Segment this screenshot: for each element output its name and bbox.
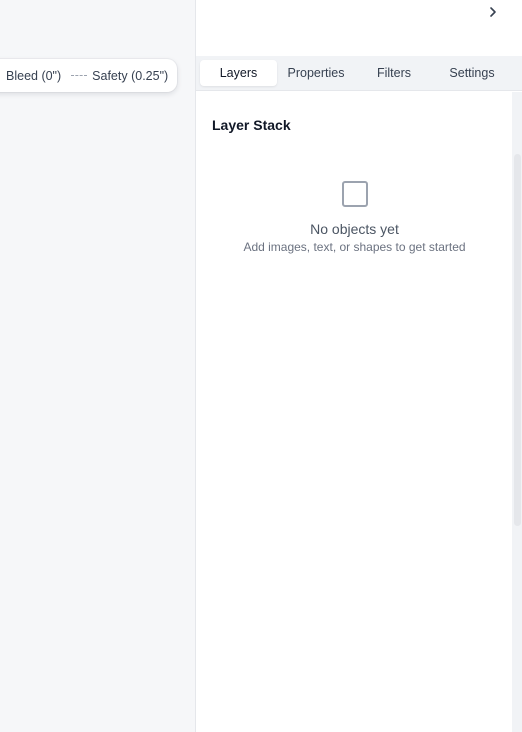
square-outline-icon	[341, 181, 368, 207]
tab-layers[interactable]: Layers	[200, 60, 277, 86]
empty-state: No objects yet Add images, text, or shap…	[196, 181, 513, 254]
scrollbar-thumb[interactable]	[514, 154, 521, 526]
empty-state-title: No objects yet	[310, 221, 399, 237]
safety-dash-icon	[71, 75, 88, 76]
panel-tabs: Layers Properties Filters Settings	[196, 56, 522, 91]
layer-stack-title: Layer Stack	[212, 117, 291, 133]
safety-legend-label: Safety (0.25")	[92, 68, 169, 83]
chevron-right-icon[interactable]	[485, 3, 501, 21]
bleed-legend-label: Bleed (0")	[6, 68, 62, 83]
panel-header	[196, 0, 522, 56]
canvas-area[interactable]: Bleed (0") Safety (0.25")	[0, 0, 195, 732]
tab-settings[interactable]: Settings	[433, 60, 511, 86]
empty-state-subtitle: Add images, text, or shapes to get start…	[243, 240, 466, 254]
guides-legend: Bleed (0") Safety (0.25")	[0, 59, 177, 92]
tab-filters[interactable]: Filters	[355, 60, 433, 86]
right-panel: Layers Properties Filters Settings Layer…	[195, 0, 522, 732]
tab-properties[interactable]: Properties	[277, 60, 355, 86]
panel-scrollbar[interactable]	[512, 92, 522, 732]
